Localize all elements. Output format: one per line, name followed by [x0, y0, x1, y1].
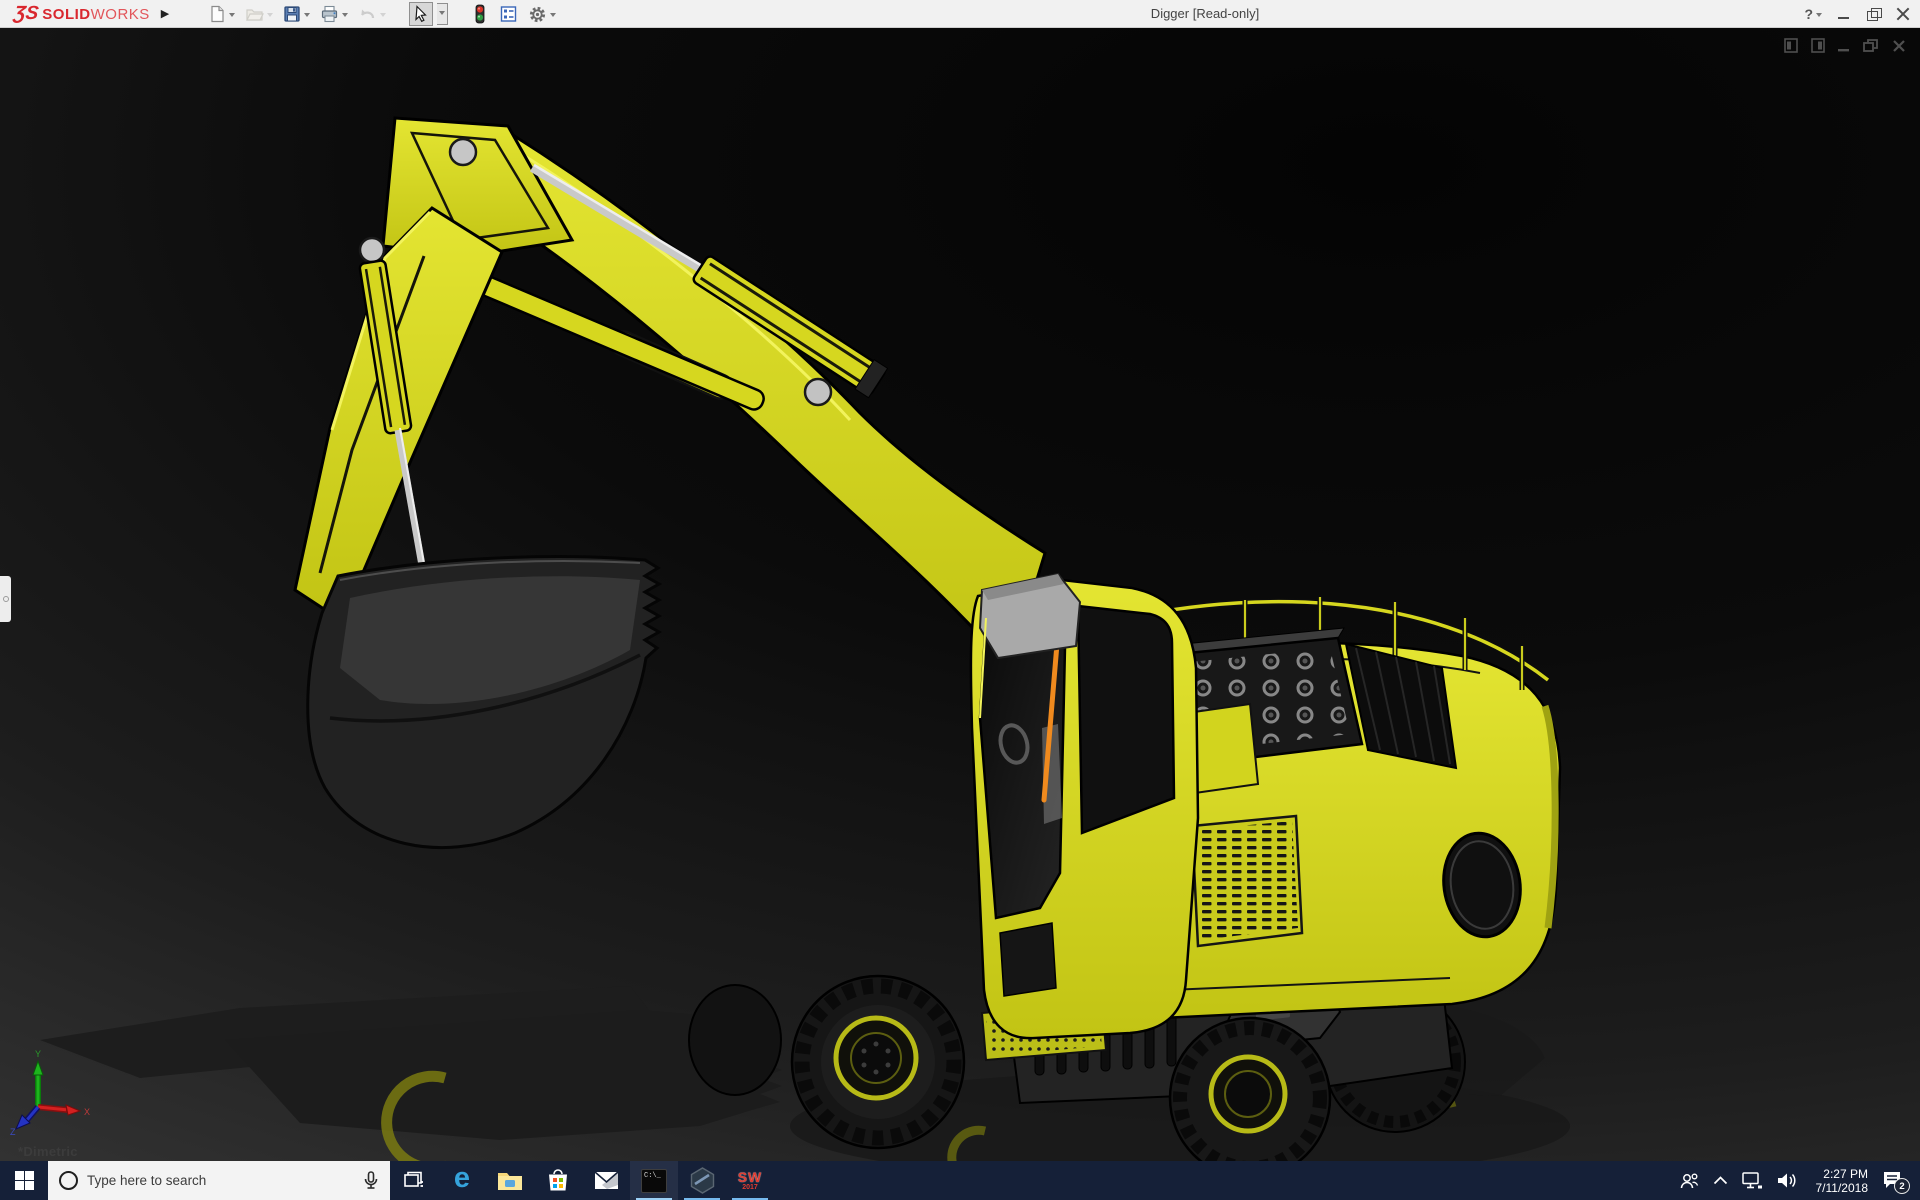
help-button[interactable]: ?	[1804, 6, 1822, 22]
titlebar: ƷS SOLID WORKS ▶	[0, 0, 1920, 28]
undo-button[interactable]	[355, 2, 389, 26]
solidworks-2017-icon: SW 2017	[738, 1170, 763, 1191]
screen: ƷS SOLID WORKS ▶	[0, 0, 1920, 1200]
save-button[interactable]	[280, 2, 313, 26]
tray-date: 7/11/2018	[1816, 1181, 1869, 1195]
gear-icon	[528, 5, 547, 24]
people-icon[interactable]	[1679, 1172, 1699, 1190]
taskbar-app-solidworks-rx[interactable]	[678, 1161, 726, 1200]
doc-close-icon[interactable]	[1892, 38, 1906, 53]
options-dropdown-arrow[interactable]	[550, 13, 556, 20]
file-properties-button[interactable]	[496, 2, 521, 26]
cmd-icon: C:\_	[641, 1169, 667, 1193]
close-button[interactable]	[1896, 6, 1912, 22]
print-icon	[320, 5, 339, 23]
standard-toolbar	[205, 0, 559, 28]
cab	[971, 574, 1198, 1038]
new-document-icon	[208, 5, 226, 23]
new-dropdown-arrow[interactable]	[229, 13, 235, 20]
taskbar-app-mail[interactable]	[582, 1161, 630, 1200]
tray-expand-chevron-icon[interactable]	[1713, 1176, 1728, 1185]
help-dropdown-arrow	[1816, 13, 1822, 20]
microphone-icon[interactable]	[364, 1171, 378, 1190]
view-orientation-label: *Dimetric	[18, 1144, 78, 1159]
notification-badge: 2	[1894, 1178, 1910, 1194]
start-button[interactable]	[0, 1161, 48, 1200]
select-button[interactable]	[409, 2, 433, 26]
print-button[interactable]	[317, 2, 351, 26]
window-title: Digger [Read-only]	[1151, 6, 1259, 21]
action-center-button[interactable]: 2	[1882, 1171, 1910, 1190]
undo-arrow-icon	[358, 5, 377, 23]
save-floppy-icon	[283, 5, 301, 23]
rebuild-button[interactable]	[468, 2, 492, 26]
network-icon[interactable]	[1742, 1172, 1763, 1189]
restore-button[interactable]	[1866, 6, 1882, 22]
front-right-wheel	[1170, 1018, 1330, 1161]
flyout-dot-icon	[3, 596, 9, 602]
taskbar-app-solidworks-2017[interactable]: SW 2017	[726, 1161, 774, 1200]
taskbar: e C:\_	[0, 1161, 1920, 1200]
search-input[interactable]	[87, 1173, 364, 1188]
menu-expander-icon[interactable]: ▶	[158, 5, 172, 23]
taskbar-app-file-explorer[interactable]	[486, 1161, 534, 1200]
solidworks-logo-bold: SOLID	[42, 6, 90, 23]
select-dropdown[interactable]	[437, 3, 448, 25]
document-window-controls	[1784, 38, 1906, 53]
system-tray: 2:27 PM 7/11/2018 2	[1679, 1161, 1920, 1200]
volume-icon[interactable]	[1777, 1172, 1798, 1189]
task-view-icon	[404, 1171, 424, 1190]
open-folder-icon	[245, 5, 264, 23]
help-icon: ?	[1804, 6, 1813, 22]
excavator-3d-model[interactable]	[0, 28, 1920, 1161]
titlebar-controls: ?	[1804, 0, 1912, 28]
file-properties-icon	[499, 5, 518, 23]
edge-icon: e	[454, 1164, 470, 1193]
windows-logo-icon	[15, 1171, 34, 1190]
tray-time: 2:27 PM	[1816, 1167, 1869, 1181]
store-icon	[547, 1169, 569, 1192]
minimize-button[interactable]	[1836, 6, 1852, 22]
options-button[interactable]	[525, 2, 559, 26]
taskbar-search[interactable]	[48, 1161, 390, 1200]
new-button[interactable]	[205, 2, 238, 26]
feature-manager-flyout-tab[interactable]	[0, 576, 11, 622]
solidworks-logo-light: WORKS	[91, 6, 150, 23]
rebuild-traffic-light-icon	[471, 4, 489, 24]
taskbar-app-edge[interactable]: e	[438, 1161, 486, 1200]
boom-assembly	[295, 118, 1045, 848]
doc-minimize-icon[interactable]	[1838, 38, 1850, 53]
graphics-viewport[interactable]: X Y Z *Dimetric	[0, 28, 1920, 1161]
solidworks-logo-glyph: ƷS	[12, 3, 39, 25]
cortana-icon[interactable]	[59, 1171, 78, 1190]
taskbar-app-store[interactable]	[534, 1161, 582, 1200]
task-view-button[interactable]	[390, 1161, 438, 1200]
select-dropdown-arrow	[439, 11, 445, 18]
undo-dropdown-arrow[interactable]	[380, 13, 386, 20]
taskbar-app-cmd[interactable]: C:\_	[630, 1161, 678, 1200]
hexagon-app-icon	[690, 1167, 715, 1194]
select-cursor-icon	[412, 5, 430, 23]
solidworks-logo: ƷS SOLID WORKS	[14, 3, 150, 25]
front-left-wheel	[792, 976, 964, 1148]
print-dropdown-arrow[interactable]	[342, 13, 348, 20]
open-dropdown-arrow[interactable]	[267, 13, 273, 20]
save-dropdown-arrow[interactable]	[304, 13, 310, 20]
doc-restore-icon[interactable]	[1863, 38, 1879, 53]
feature-pane-toggle-icon[interactable]	[1784, 38, 1798, 53]
mail-icon	[594, 1171, 619, 1190]
display-pane-toggle-icon[interactable]	[1811, 38, 1825, 53]
tray-clock[interactable]: 2:27 PM 7/11/2018	[1812, 1167, 1869, 1195]
file-explorer-icon	[497, 1170, 523, 1191]
open-button[interactable]	[242, 2, 276, 26]
